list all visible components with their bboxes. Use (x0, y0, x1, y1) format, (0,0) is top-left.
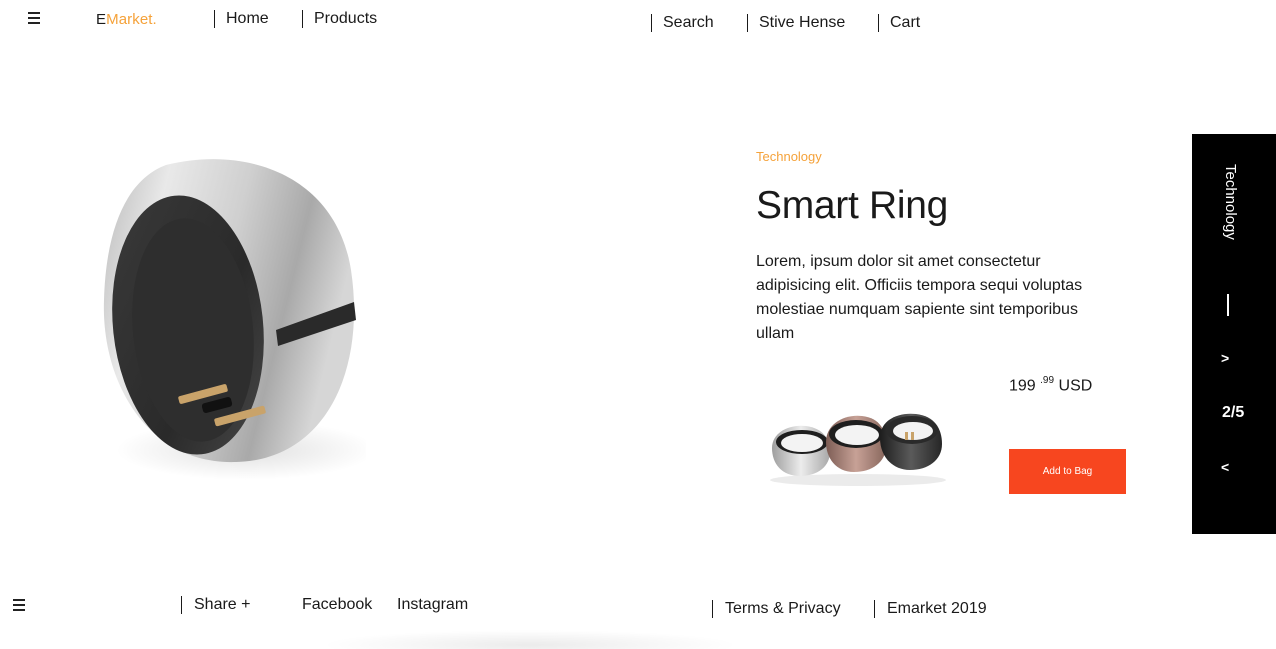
facebook-link[interactable]: Facebook (302, 596, 372, 614)
product-price: 199 .99 USD (1009, 375, 1093, 395)
nav-cart[interactable]: Cart (878, 14, 920, 32)
copyright-text: Emarket 2019 (874, 600, 987, 618)
product-category[interactable]: Technology (756, 149, 822, 164)
nav-products[interactable]: Products (302, 10, 377, 28)
product-page: EMarket. Home Products Search Stive Hens… (0, 0, 1276, 649)
product-image (103, 159, 366, 480)
silver-ring (772, 425, 830, 476)
slide-counter: 2/5 (1222, 404, 1245, 421)
product-description: Lorem, ipsum dolor sit amet consectetur … (756, 253, 1083, 342)
hamburger-menu-icon[interactable] (28, 12, 40, 24)
side-panel-label: Technology (1222, 164, 1239, 240)
product-variants-image (770, 413, 946, 486)
nav-search[interactable]: Search (651, 14, 714, 32)
category-side-panel: Technology > 2/5 < (1192, 134, 1276, 534)
nav-home[interactable]: Home (214, 10, 269, 28)
rose-ring (826, 415, 886, 472)
instagram-link[interactable]: Instagram (397, 596, 468, 614)
nav-user[interactable]: Stive Hense (747, 14, 845, 32)
price-currency: USD (1058, 377, 1093, 395)
footer-menu-icon[interactable] (13, 599, 25, 611)
side-panel-divider (1227, 294, 1229, 316)
black-ring (880, 413, 942, 470)
prev-arrow-icon[interactable]: < (1221, 459, 1229, 475)
add-to-bag-button[interactable]: Add to Bag (1009, 449, 1126, 494)
price-cents: .99 (1040, 375, 1055, 386)
brand-name: Market. (106, 11, 157, 28)
footer-shadow (320, 630, 740, 649)
terms-privacy-link[interactable]: Terms & Privacy (712, 600, 841, 618)
share-link[interactable]: Share + (181, 596, 250, 614)
product-title: Smart Ring (756, 184, 949, 227)
next-arrow-icon[interactable]: > (1221, 350, 1229, 366)
price-main: 199 (1009, 377, 1036, 395)
brand-letter: E (96, 11, 107, 28)
brand-logo[interactable]: EMarket. (96, 11, 157, 28)
